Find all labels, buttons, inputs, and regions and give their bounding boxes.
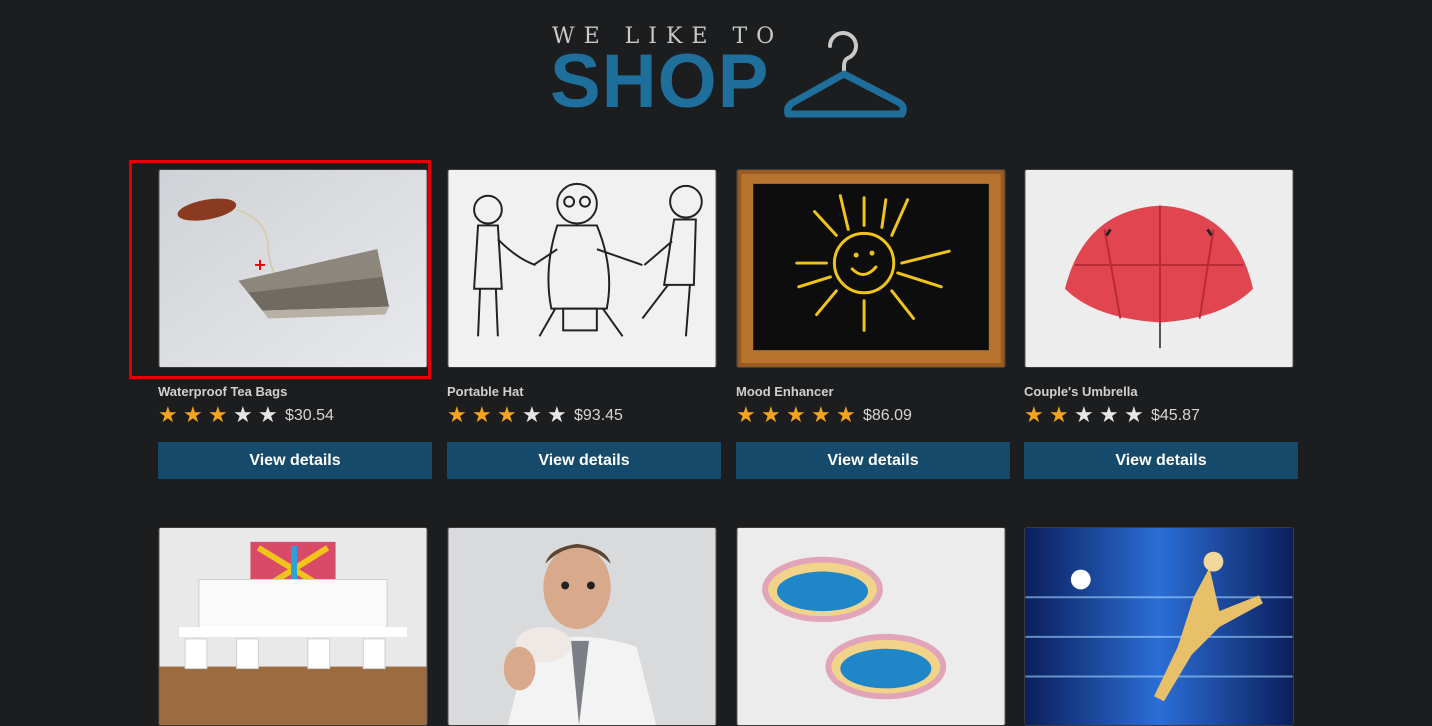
star-filled-icon: ★ [811, 403, 831, 428]
star-empty-icon: ★ [1074, 403, 1094, 428]
product-image[interactable] [447, 169, 717, 368]
star-filled-icon: ★ [786, 403, 806, 428]
product-image[interactable] [736, 169, 1006, 368]
star-filled-icon: ★ [736, 403, 756, 428]
svg-text:+: + [253, 255, 266, 274]
product-name[interactable]: Waterproof Tea Bags [158, 384, 287, 399]
view-details-button[interactable]: View details [158, 442, 432, 479]
logo-word: SHOP [550, 39, 770, 124]
cartoon-sketch-image [448, 170, 716, 367]
star-filled-icon: ★ [497, 403, 517, 428]
star-filled-icon: ★ [836, 403, 856, 428]
star-empty-icon: ★ [1124, 403, 1144, 428]
star-empty-icon: ★ [547, 403, 567, 428]
product-image[interactable] [1024, 169, 1294, 368]
view-details-button[interactable]: View details [1024, 442, 1298, 479]
chalkboard-sun-image [737, 170, 1005, 367]
rating: ★ ★ ★ ★ ★ $45.87 [1024, 403, 1200, 429]
product-image[interactable]: + [158, 169, 428, 368]
product-price: $93.45 [574, 407, 623, 424]
rating: ★ ★ ★ ★ ★ $30.54 [158, 403, 334, 429]
star-empty-icon: ★ [1099, 403, 1119, 428]
product-image[interactable] [736, 527, 1006, 726]
red-umbrella-image [1025, 170, 1293, 367]
product-image[interactable] [447, 527, 717, 726]
product-name[interactable]: Portable Hat [447, 384, 524, 399]
star-filled-icon: ★ [183, 403, 203, 428]
view-details-button[interactable]: View details [736, 442, 1010, 479]
star-filled-icon: ★ [208, 403, 228, 428]
star-empty-icon: ★ [233, 403, 253, 428]
star-filled-icon: ★ [158, 403, 178, 428]
star-filled-icon: ★ [472, 403, 492, 428]
star-filled-icon: ★ [761, 403, 781, 428]
rating: ★ ★ ★ ★ ★ $86.09 [736, 403, 912, 429]
view-details-button[interactable]: View details [447, 442, 721, 479]
paddling-pools-image [737, 528, 1005, 725]
speed-runner-image [1025, 528, 1293, 725]
product-price: $86.09 [863, 407, 912, 424]
star-filled-icon: ★ [1049, 403, 1069, 428]
star-filled-icon: ★ [447, 403, 467, 428]
star-filled-icon: ★ [1024, 403, 1044, 428]
product-name[interactable]: Couple's Umbrella [1024, 384, 1138, 399]
tea-bag-image: + [159, 170, 427, 367]
product-image[interactable] [1024, 527, 1294, 726]
product-name[interactable]: Mood Enhancer [736, 384, 834, 399]
header: WE LIKE TO SHOP [0, 0, 1432, 150]
man-eating-image [448, 528, 716, 725]
star-empty-icon: ★ [522, 403, 542, 428]
product-price: $30.54 [285, 407, 334, 424]
site-logo[interactable]: WE LIKE TO SHOP [550, 22, 912, 124]
product-image[interactable] [158, 527, 428, 726]
team-room-image [159, 528, 427, 725]
rating: ★ ★ ★ ★ ★ $93.45 [447, 403, 623, 429]
hanger-icon [784, 31, 907, 118]
star-empty-icon: ★ [258, 403, 278, 428]
product-price: $45.87 [1151, 407, 1200, 424]
